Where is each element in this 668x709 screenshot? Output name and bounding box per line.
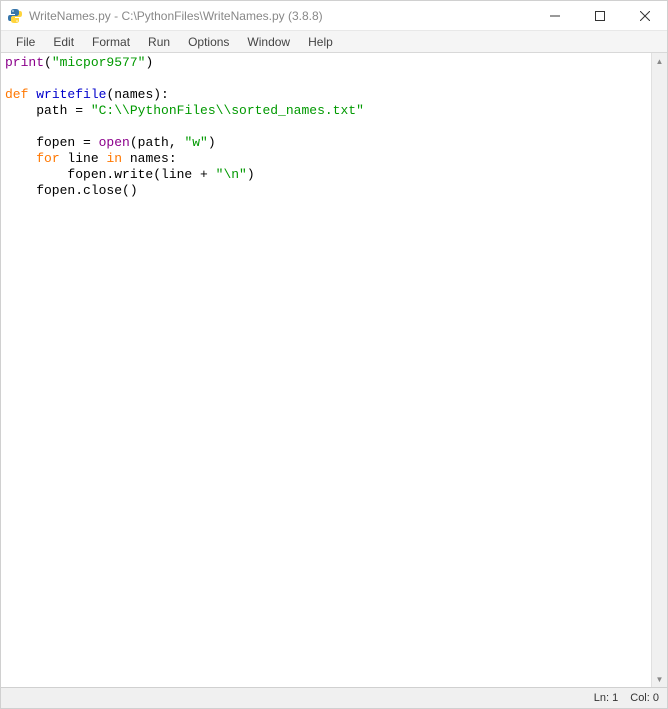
code-token: writefile xyxy=(36,87,106,102)
menubar: File Edit Format Run Options Window Help xyxy=(1,31,667,53)
status-col: Col: 0 xyxy=(630,692,659,704)
code-token: fopen.close() xyxy=(5,183,138,198)
code-token: for xyxy=(36,151,59,166)
code-editor[interactable]: print("micpor9577") def writefile(names)… xyxy=(1,53,651,687)
code-token: fopen.write(line + xyxy=(5,167,216,182)
menu-options[interactable]: Options xyxy=(179,33,238,51)
status-line: Ln: 1 xyxy=(594,692,618,704)
code-token: "w" xyxy=(184,135,207,150)
code-token: open xyxy=(99,135,130,150)
code-token: "micpor9577" xyxy=(52,55,146,70)
code-token: line xyxy=(60,151,107,166)
close-button[interactable] xyxy=(622,1,667,30)
menu-help[interactable]: Help xyxy=(299,33,342,51)
code-token: ) xyxy=(247,167,255,182)
vertical-scrollbar[interactable]: ▲ ▼ xyxy=(651,53,667,687)
code-token: (path, xyxy=(130,135,185,150)
code-token: ) xyxy=(208,135,216,150)
menu-window[interactable]: Window xyxy=(238,33,299,51)
code-token: print xyxy=(5,55,44,70)
menu-format[interactable]: Format xyxy=(83,33,139,51)
menu-run[interactable]: Run xyxy=(139,33,179,51)
code-token xyxy=(5,151,36,166)
menu-edit[interactable]: Edit xyxy=(44,33,83,51)
minimize-button[interactable] xyxy=(532,1,577,30)
code-token: in xyxy=(106,151,122,166)
app-icon xyxy=(7,8,23,24)
titlebar: WriteNames.py - C:\PythonFiles\WriteName… xyxy=(1,1,667,31)
editor-area: print("micpor9577") def writefile(names)… xyxy=(1,53,667,687)
scroll-down-icon[interactable]: ▼ xyxy=(652,671,667,687)
code-token: "\n" xyxy=(216,167,247,182)
menu-file[interactable]: File xyxy=(7,33,44,51)
scroll-track[interactable] xyxy=(652,69,667,671)
code-token: path = xyxy=(5,103,91,118)
code-token: ( xyxy=(44,55,52,70)
code-token: def xyxy=(5,87,28,102)
maximize-button[interactable] xyxy=(577,1,622,30)
statusbar: Ln: 1 Col: 0 xyxy=(1,687,667,708)
window-title: WriteNames.py - C:\PythonFiles\WriteName… xyxy=(29,9,532,23)
code-token: (names): xyxy=(106,87,168,102)
code-token: ) xyxy=(145,55,153,70)
code-token: fopen = xyxy=(5,135,99,150)
code-token: "C:\\PythonFiles\\sorted_names.txt" xyxy=(91,103,364,118)
code-token: names: xyxy=(122,151,177,166)
window-controls xyxy=(532,1,667,30)
scroll-up-icon[interactable]: ▲ xyxy=(652,53,667,69)
